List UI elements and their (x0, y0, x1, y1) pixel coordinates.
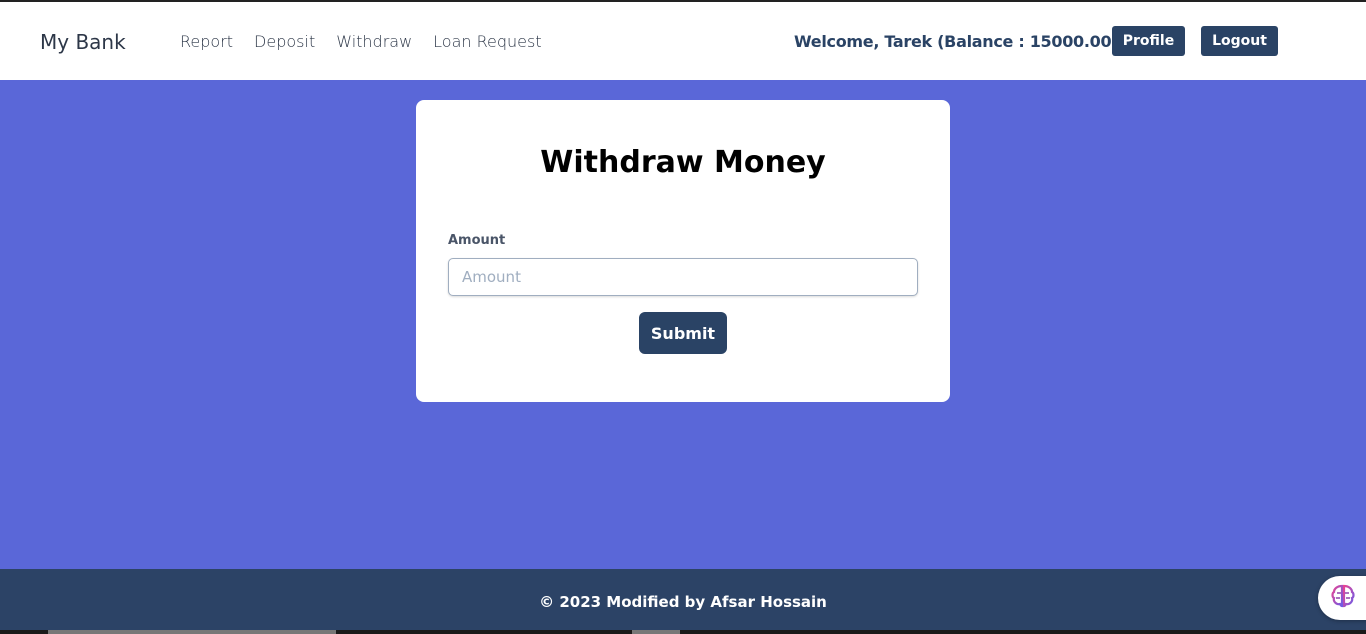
navbar: My Bank Report Deposit Withdraw Loan Req… (0, 2, 1366, 80)
taskbar-segment (632, 630, 680, 634)
withdraw-card: Withdraw Money Amount Submit (416, 100, 950, 402)
footer: © 2023 Modified by Afsar Hossain (0, 569, 1366, 630)
amount-input[interactable] (448, 258, 918, 296)
page-title: Withdraw Money (540, 145, 826, 180)
taskbar-strip (0, 630, 1366, 634)
nav-link-loan-request[interactable]: Loan Request (433, 32, 541, 51)
logout-button[interactable]: Logout (1201, 26, 1278, 56)
assistant-widget[interactable] (1318, 576, 1366, 620)
brand-link[interactable]: My Bank (40, 30, 126, 54)
submit-button[interactable]: Submit (639, 312, 727, 354)
brain-icon (1330, 583, 1356, 614)
nav-link-withdraw[interactable]: Withdraw (336, 32, 412, 51)
nav-links: Report Deposit Withdraw Loan Request (180, 32, 563, 51)
welcome-balance-text: Welcome, Tarek (Balance : 15000.00) (794, 32, 1119, 51)
footer-copyright: © 2023 Modified by Afsar Hossain (539, 593, 827, 611)
profile-button[interactable]: Profile (1112, 26, 1185, 56)
nav-link-deposit[interactable]: Deposit (254, 32, 315, 51)
nav-link-report[interactable]: Report (180, 32, 233, 51)
taskbar-segment (48, 630, 336, 634)
amount-label: Amount (448, 233, 506, 248)
